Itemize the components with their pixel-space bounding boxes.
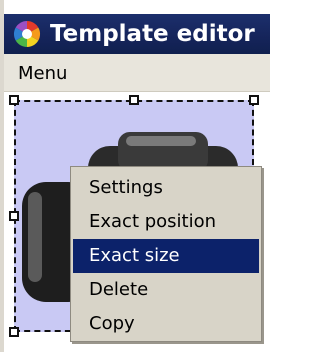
context-menu-item-exact-size[interactable]: Exact size: [73, 239, 259, 273]
resize-handle-middle-left[interactable]: [9, 211, 19, 221]
title-bar[interactable]: Template editor: [4, 14, 270, 54]
context-menu: Settings Exact position Exact size Delet…: [70, 166, 262, 342]
context-menu-item-copy[interactable]: Copy: [73, 307, 259, 341]
color-wheel-icon: [13, 20, 41, 48]
context-menu-item-exact-position[interactable]: Exact position: [73, 205, 259, 239]
menu-bar: Menu: [4, 54, 270, 92]
template-editor-window: Template editor Menu Settings Exact posi…: [0, 0, 270, 352]
context-menu-item-delete[interactable]: Delete: [73, 273, 259, 307]
resize-handle-top-right[interactable]: [249, 95, 259, 105]
context-menu-item-settings[interactable]: Settings: [73, 171, 259, 205]
window-title: Template editor: [50, 21, 255, 47]
resize-handle-top-left[interactable]: [9, 95, 19, 105]
resize-handle-top-center[interactable]: [129, 95, 139, 105]
resize-handle-bottom-left[interactable]: [9, 327, 19, 337]
menu-button[interactable]: Menu: [18, 63, 67, 84]
